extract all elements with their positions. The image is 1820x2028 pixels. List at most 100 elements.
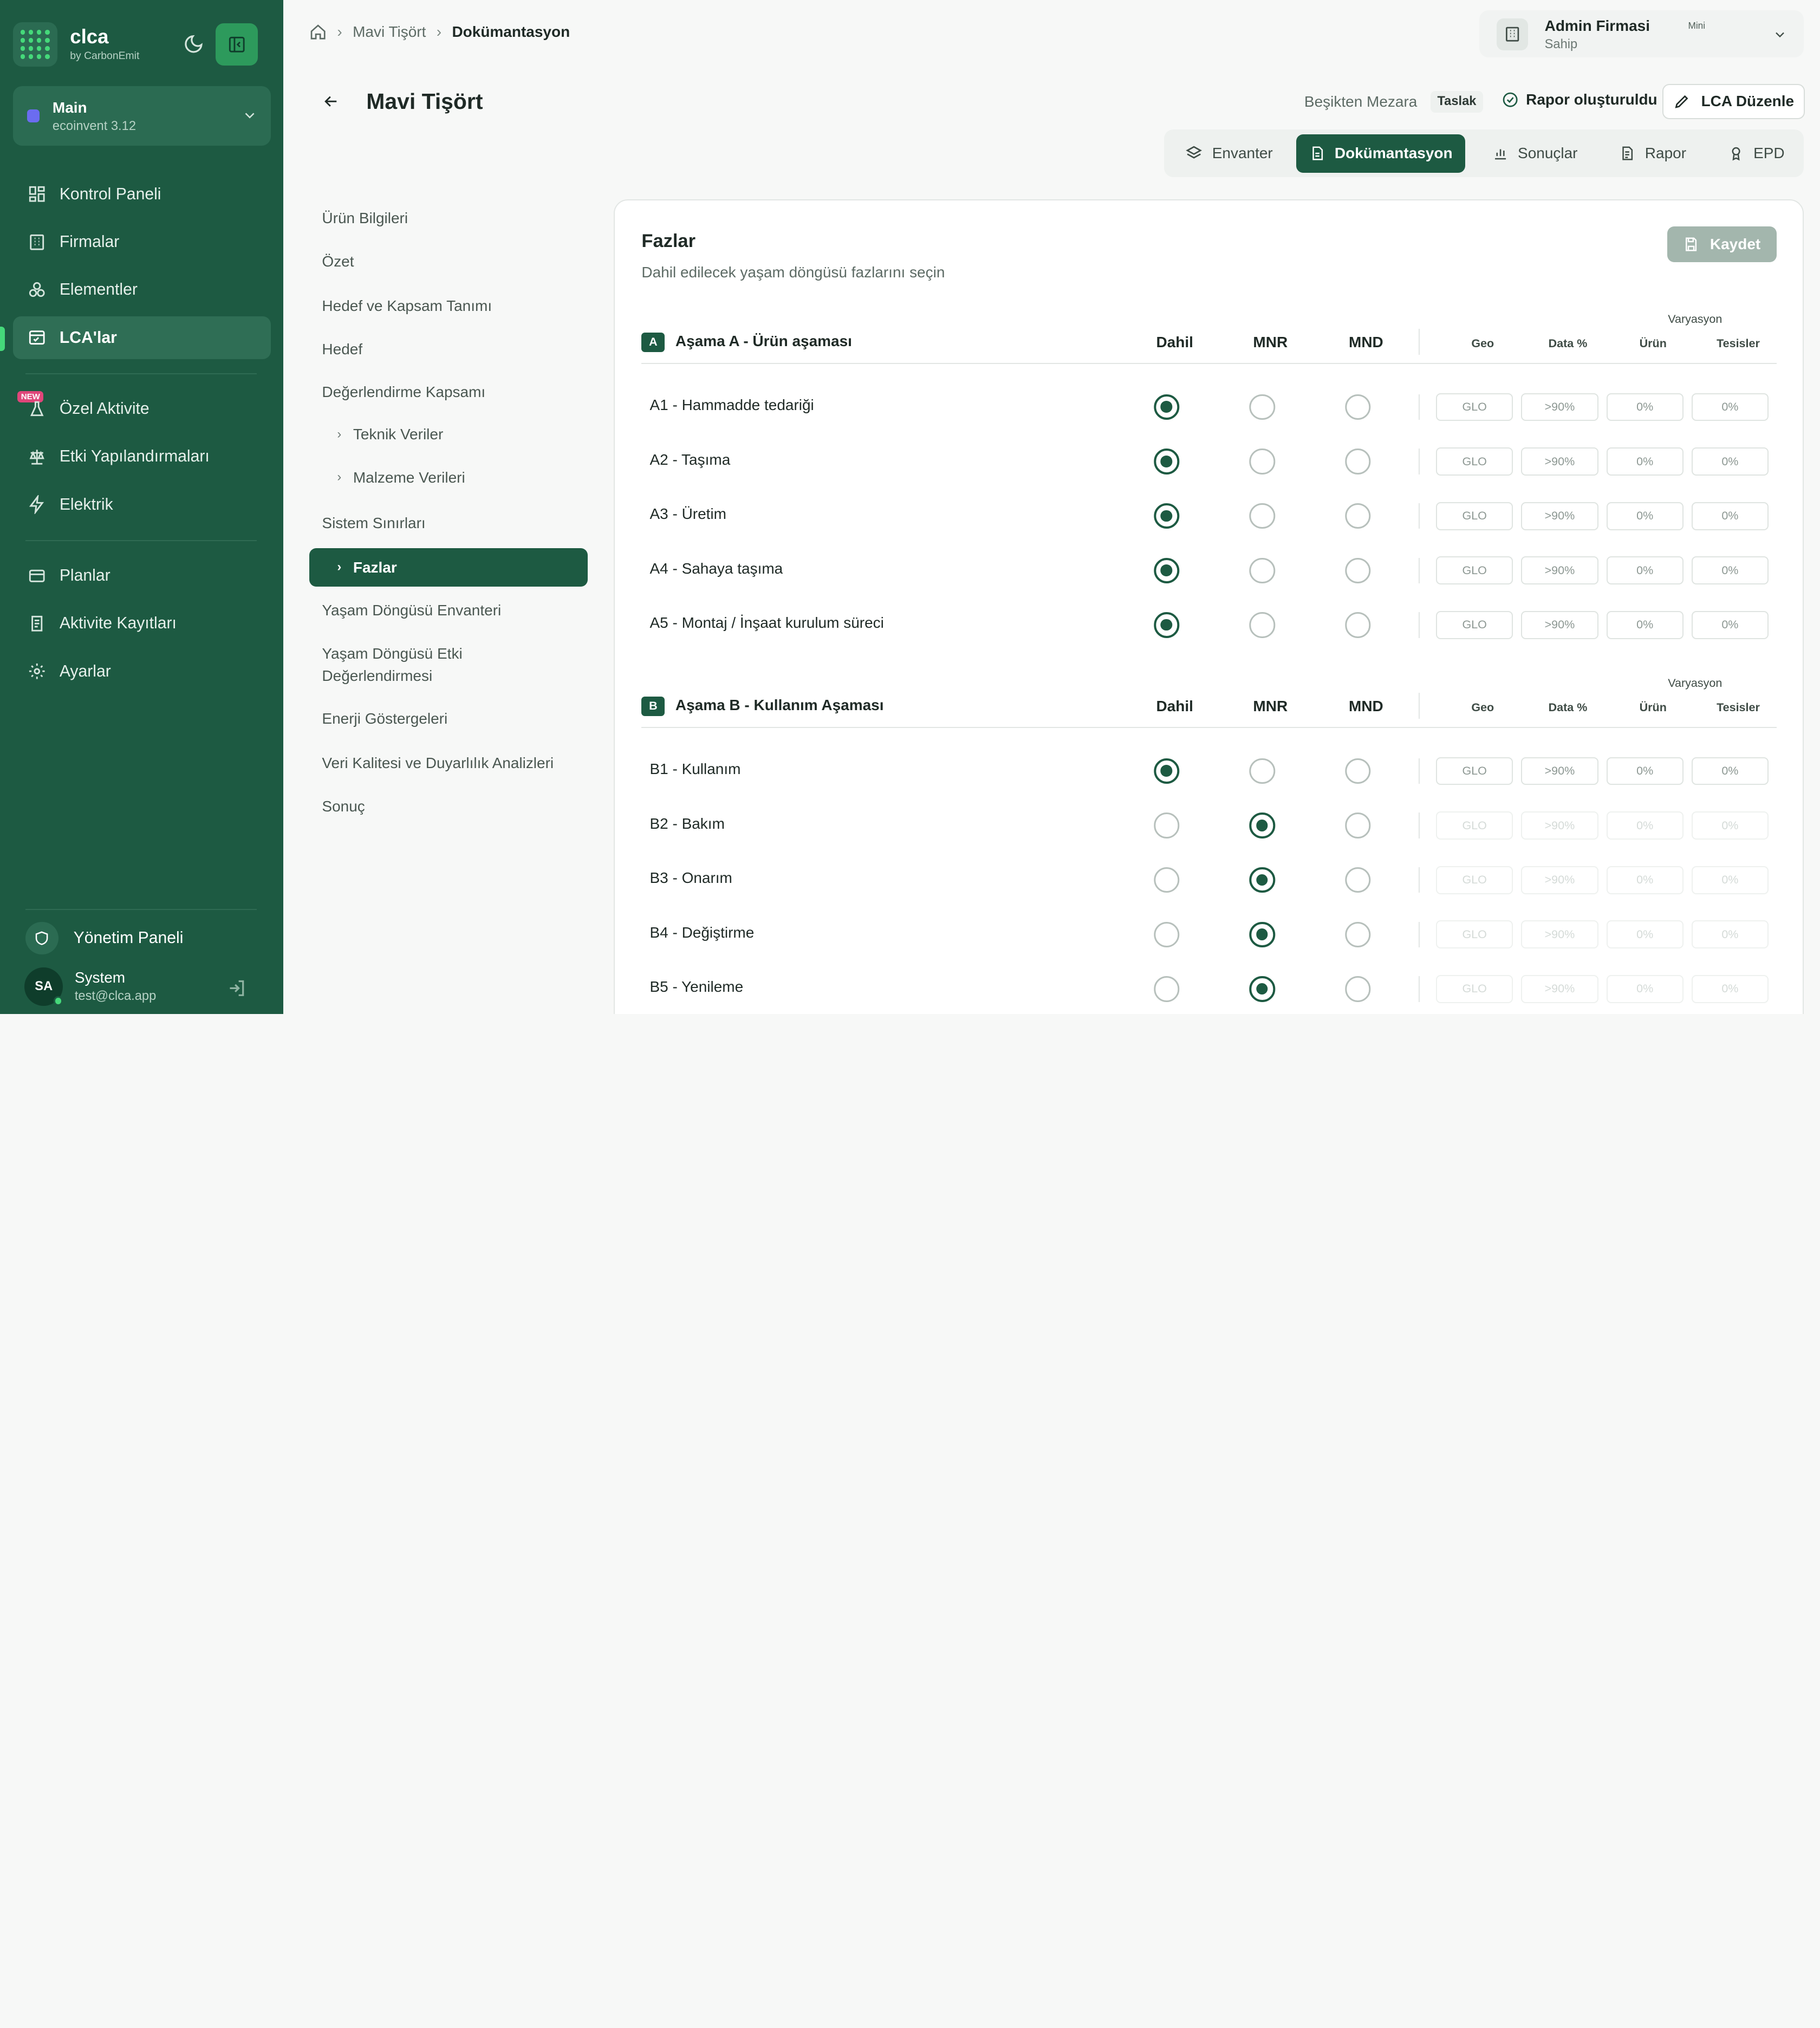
- section-nav-etki-degerlendirmesi[interactable]: Yaşam Döngüsü Etki Değerlendirmesi: [322, 643, 462, 687]
- radio-mnr[interactable]: [1249, 394, 1275, 420]
- urun-variation-field[interactable]: 0%: [1606, 974, 1683, 1003]
- urun-variation-field[interactable]: 0%: [1606, 920, 1683, 949]
- geo-field[interactable]: GLO: [1436, 920, 1513, 949]
- radio-mnr[interactable]: [1249, 976, 1275, 1002]
- logout-icon[interactable]: [226, 978, 248, 999]
- section-nav-yasam-dongusu-envanteri[interactable]: Yaşam Döngüsü Envanteri: [322, 600, 501, 622]
- urun-variation-field[interactable]: 0%: [1606, 811, 1683, 840]
- urun-variation-field[interactable]: 0%: [1606, 502, 1683, 530]
- radio-mnd[interactable]: [1345, 812, 1371, 838]
- radio-mnd[interactable]: [1345, 921, 1371, 947]
- tesisler-variation-field[interactable]: 0%: [1691, 556, 1769, 585]
- tab-sonuclar[interactable]: Sonuçlar: [1479, 134, 1590, 173]
- sidebar-item-aktivite-kayitlari[interactable]: Aktivite Kayıtları: [13, 602, 271, 645]
- urun-variation-field[interactable]: 0%: [1606, 866, 1683, 894]
- tesisler-variation-field[interactable]: 0%: [1691, 757, 1769, 785]
- radio-mnr[interactable]: [1249, 812, 1275, 838]
- breadcrumb-item[interactable]: Mavi Tişört: [353, 23, 426, 41]
- geo-field[interactable]: GLO: [1436, 610, 1513, 639]
- sidebar-item-ozel-aktivite[interactable]: Özel Aktivite: [13, 387, 271, 431]
- geo-field[interactable]: GLO: [1436, 866, 1513, 894]
- tesisler-variation-field[interactable]: 0%: [1691, 866, 1769, 894]
- radio-mnd[interactable]: [1345, 758, 1371, 784]
- section-nav-ozet[interactable]: Özet: [322, 251, 354, 273]
- tesisler-variation-field[interactable]: 0%: [1691, 393, 1769, 421]
- dark-mode-icon[interactable]: [183, 34, 204, 55]
- data-percent-field[interactable]: >90%: [1521, 610, 1598, 639]
- radio-dahil[interactable]: [1153, 867, 1180, 893]
- section-nav-sonuc[interactable]: Sonuç: [322, 796, 365, 818]
- radio-dahil[interactable]: [1153, 812, 1180, 838]
- geo-field[interactable]: GLO: [1436, 757, 1513, 785]
- radio-mnr[interactable]: [1249, 921, 1275, 947]
- radio-mnr[interactable]: [1249, 612, 1275, 638]
- section-nav-degerlendirme-kapsami[interactable]: Değerlendirme Kapsamı: [322, 381, 485, 404]
- radio-mnd[interactable]: [1345, 448, 1371, 474]
- section-nav-enerji-gostergeleri[interactable]: Enerji Göstergeleri: [322, 708, 447, 730]
- geo-field[interactable]: GLO: [1436, 556, 1513, 585]
- section-nav-veri-kalitesi[interactable]: Veri Kalitesi ve Duyarlılık Analizleri: [322, 752, 554, 775]
- data-percent-field[interactable]: >90%: [1521, 757, 1598, 785]
- admin-panel-link[interactable]: Yönetim Paneli: [25, 921, 183, 954]
- home-icon[interactable]: [309, 23, 327, 41]
- radio-mnd[interactable]: [1345, 557, 1371, 583]
- urun-variation-field[interactable]: 0%: [1606, 447, 1683, 476]
- edit-lca-button[interactable]: LCA Düzenle: [1662, 84, 1805, 119]
- urun-variation-field[interactable]: 0%: [1606, 757, 1683, 785]
- section-nav-hedef-kapsam[interactable]: Hedef ve Kapsam Tanımı: [322, 295, 492, 317]
- radio-dahil[interactable]: [1153, 612, 1180, 638]
- radio-mnd[interactable]: [1345, 976, 1371, 1002]
- organization-selector[interactable]: Admin Firmasi Mini Sahip: [1479, 10, 1804, 57]
- geo-field[interactable]: GLO: [1436, 811, 1513, 840]
- geo-field[interactable]: GLO: [1436, 502, 1513, 530]
- tesisler-variation-field[interactable]: 0%: [1691, 974, 1769, 1003]
- brand[interactable]: clca by CarbonEmit: [12, 22, 139, 67]
- data-percent-field[interactable]: >90%: [1521, 447, 1598, 476]
- urun-variation-field[interactable]: 0%: [1606, 556, 1683, 585]
- radio-mnr[interactable]: [1249, 448, 1275, 474]
- sidebar-item-firmalar[interactable]: Firmalar: [13, 220, 271, 264]
- tesisler-variation-field[interactable]: 0%: [1691, 811, 1769, 840]
- radio-mnd[interactable]: [1345, 867, 1371, 893]
- data-percent-field[interactable]: >90%: [1521, 556, 1598, 585]
- geo-field[interactable]: GLO: [1436, 393, 1513, 421]
- data-percent-field[interactable]: >90%: [1521, 811, 1598, 840]
- tab-envanter[interactable]: Envanter: [1173, 134, 1286, 173]
- sidebar-item-lcalar[interactable]: LCA'lar: [12, 316, 271, 360]
- save-button[interactable]: Kaydet: [1667, 226, 1777, 263]
- geo-field[interactable]: GLO: [1436, 447, 1513, 476]
- sidebar-item-planlar[interactable]: Planlar: [13, 554, 271, 597]
- urun-variation-field[interactable]: 0%: [1606, 610, 1683, 639]
- collapse-sidebar-button[interactable]: [216, 23, 258, 66]
- data-percent-field[interactable]: >90%: [1521, 393, 1598, 421]
- radio-mnd[interactable]: [1345, 612, 1371, 638]
- radio-dahil[interactable]: [1153, 557, 1180, 583]
- section-nav-teknik-veriler[interactable]: › Teknik Veriler: [337, 426, 443, 443]
- radio-mnr[interactable]: [1249, 503, 1275, 529]
- radio-mnr[interactable]: [1249, 557, 1275, 583]
- user-profile[interactable]: SA System test@clca.app: [24, 967, 156, 1006]
- data-percent-field[interactable]: >90%: [1521, 920, 1598, 949]
- radio-mnd[interactable]: [1345, 394, 1371, 420]
- section-nav-fazlar[interactable]: › Fazlar: [309, 548, 588, 587]
- tesisler-variation-field[interactable]: 0%: [1691, 920, 1769, 949]
- data-percent-field[interactable]: >90%: [1521, 974, 1598, 1003]
- tab-dokumantasyon[interactable]: Dokümantasyon: [1296, 134, 1466, 173]
- radio-dahil[interactable]: [1153, 394, 1180, 420]
- radio-dahil[interactable]: [1153, 503, 1180, 529]
- radio-dahil[interactable]: [1153, 448, 1180, 474]
- radio-mnr[interactable]: [1249, 758, 1275, 784]
- sidebar-item-elektrik[interactable]: Elektrik: [13, 483, 271, 526]
- back-arrow-icon[interactable]: [322, 92, 340, 110]
- sidebar-item-elementler[interactable]: Elementler: [13, 268, 271, 311]
- sidebar-item-kontrol-paneli[interactable]: Kontrol Paneli: [13, 173, 271, 216]
- section-nav-urun-bilgileri[interactable]: Ürün Bilgileri: [322, 207, 408, 230]
- radio-mnr[interactable]: [1249, 867, 1275, 893]
- data-percent-field[interactable]: >90%: [1521, 866, 1598, 894]
- geo-field[interactable]: GLO: [1436, 974, 1513, 1003]
- section-nav-malzeme-verileri[interactable]: › Malzeme Verileri: [337, 469, 465, 486]
- tesisler-variation-field[interactable]: 0%: [1691, 447, 1769, 476]
- section-nav-sistem-sinirlari[interactable]: Sistem Sınırları: [322, 512, 425, 535]
- radio-dahil[interactable]: [1153, 921, 1180, 947]
- tesisler-variation-field[interactable]: 0%: [1691, 610, 1769, 639]
